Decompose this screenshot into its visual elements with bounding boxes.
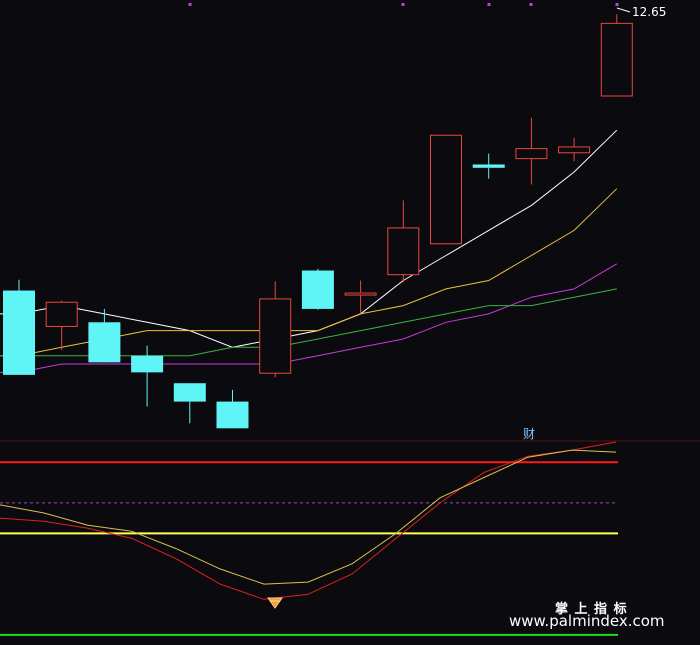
candle-10	[387, 200, 420, 283]
oscillator-lines	[0, 441, 617, 600]
top-tick-marker-5	[615, 3, 619, 6]
candle-body	[430, 134, 462, 245]
last-price-annotation: 12.65	[616, 5, 666, 19]
candle-body	[600, 22, 633, 97]
last-price-pointer	[616, 7, 631, 13]
candle-15	[600, 14, 633, 97]
candle-5	[173, 383, 206, 424]
candle-body	[387, 227, 420, 276]
candle-body	[515, 148, 548, 160]
candle-body	[216, 401, 249, 429]
candle-7	[259, 281, 292, 378]
candle-body	[173, 383, 206, 402]
candle-6	[216, 389, 249, 429]
candle-body	[344, 292, 377, 296]
diamond-signal-icon	[267, 597, 283, 609]
candle-3	[88, 308, 121, 363]
last-price-label: 12.65	[632, 5, 666, 19]
candle-body	[45, 301, 78, 327]
top-tick-marker-4	[529, 3, 533, 6]
candle-body	[301, 270, 334, 309]
stock-chart: 12.65 财	[0, 3, 700, 636]
moving-average-line-1	[0, 129, 618, 348]
candle-11	[430, 134, 462, 245]
candle-12	[472, 153, 505, 179]
top-tick-marker-2	[401, 3, 405, 6]
candle-body	[472, 164, 505, 168]
candle-9	[344, 280, 377, 314]
candle-2	[45, 300, 78, 350]
cai-marker: 财	[523, 427, 535, 441]
candle-body	[88, 322, 121, 363]
candle-body	[259, 298, 292, 374]
oscillator-line-2	[0, 449, 617, 585]
candle-13	[515, 117, 548, 185]
candle-14	[558, 137, 591, 162]
top-tick-marker-3	[487, 3, 491, 6]
candle-4	[131, 345, 164, 407]
top-tick-markers	[188, 3, 619, 6]
oscillator-level-lines	[0, 461, 618, 636]
candle-8	[301, 268, 334, 310]
candle-body	[3, 290, 35, 375]
candle-1	[3, 279, 35, 375]
candle-body	[131, 355, 164, 373]
top-tick-marker-1	[188, 3, 192, 6]
watermark-url: www.palmindex.com	[509, 612, 665, 630]
candlestick-series	[3, 14, 633, 429]
oscillator-line-1	[0, 441, 617, 600]
candle-body	[558, 146, 591, 154]
